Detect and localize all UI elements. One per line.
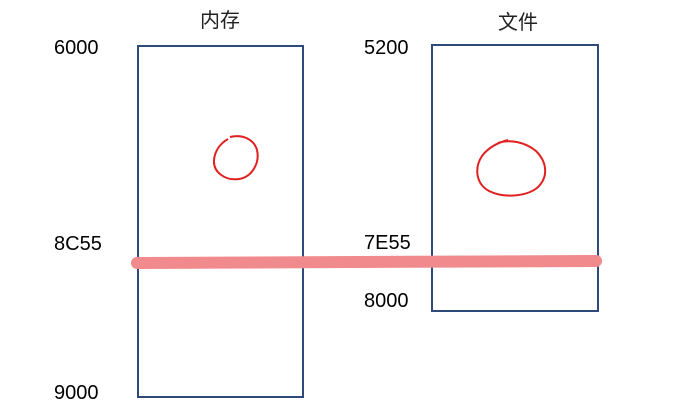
annotation-layer [131, 135, 602, 269]
mapping-line [131, 255, 602, 269]
memory-circle-mark [212, 135, 259, 181]
file-circle-mark [476, 139, 547, 197]
